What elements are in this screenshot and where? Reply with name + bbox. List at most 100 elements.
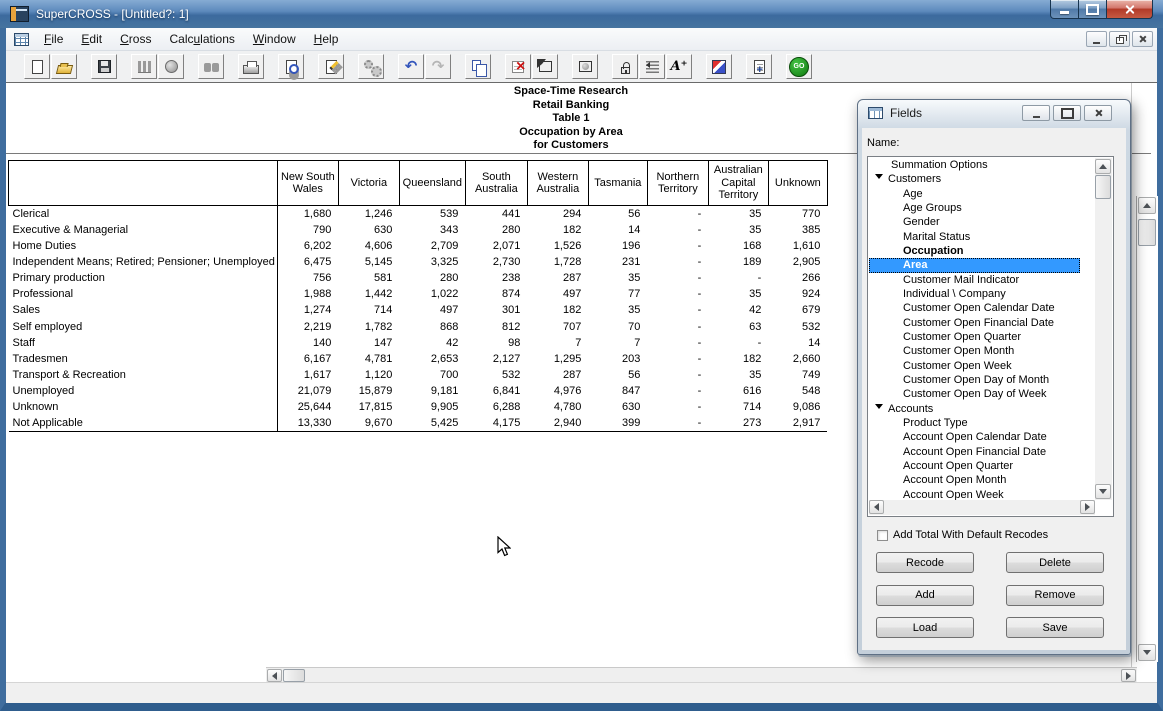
table-cell[interactable]: 868 — [399, 318, 465, 334]
field-item[interactable]: Account Open Quarter — [869, 459, 1095, 473]
menu-help[interactable]: Help — [305, 29, 348, 49]
table-cell[interactable]: 35 — [588, 270, 647, 286]
options-button[interactable] — [358, 54, 384, 79]
table-cell[interactable]: 35 — [588, 302, 647, 318]
table-cell[interactable]: 6,475 — [277, 254, 338, 270]
table-cell[interactable]: - — [647, 383, 708, 399]
vertical-scroll-thumb[interactable] — [1138, 219, 1156, 246]
field-item[interactable]: Account Open Week — [869, 488, 1095, 500]
table-cell[interactable]: 4,976 — [527, 383, 588, 399]
row-label[interactable]: Primary production — [9, 270, 278, 286]
scroll-right-button[interactable] — [1121, 669, 1136, 682]
row-label[interactable]: Not Applicable — [9, 415, 278, 431]
table-cell[interactable]: 14 — [588, 222, 647, 238]
table-cell[interactable]: 4,780 — [527, 399, 588, 415]
undo-button[interactable]: ↶ — [398, 54, 424, 79]
table-cell[interactable]: 9,905 — [399, 399, 465, 415]
field-item[interactable]: Product Type — [869, 416, 1095, 430]
maximize-button[interactable] — [1079, 0, 1106, 19]
table-cell[interactable]: 630 — [588, 399, 647, 415]
table-cell[interactable]: 847 — [588, 383, 647, 399]
clear-table-button[interactable]: × — [505, 54, 531, 79]
field-item[interactable]: Customers — [869, 172, 1095, 186]
field-item[interactable]: Customer Open Week — [869, 359, 1095, 373]
field-item[interactable]: Area — [869, 258, 1080, 272]
table-cell[interactable]: - — [708, 270, 768, 286]
table-cell[interactable]: 1,022 — [399, 286, 465, 302]
table-cell[interactable]: 4,175 — [465, 415, 527, 431]
table-cell[interactable]: - — [647, 270, 708, 286]
column-header[interactable]: South Australia — [465, 161, 527, 206]
table-cell[interactable]: 287 — [527, 270, 588, 286]
table-cell[interactable]: 874 — [465, 286, 527, 302]
table-cell[interactable]: 2,917 — [768, 415, 827, 431]
table-cell[interactable]: 13,330 — [277, 415, 338, 431]
table-cell[interactable]: 280 — [465, 222, 527, 238]
table-cell[interactable]: 42 — [399, 335, 465, 351]
find-button[interactable] — [198, 54, 224, 79]
dialog-close-button[interactable] — [1084, 105, 1112, 121]
edit-table-button[interactable] — [318, 54, 344, 79]
table-cell[interactable]: - — [708, 335, 768, 351]
table-cell[interactable]: 441 — [465, 206, 527, 222]
table-cell[interactable]: 707 — [527, 318, 588, 334]
table-cell[interactable]: 2,730 — [465, 254, 527, 270]
row-label[interactable]: Independent Means; Retired; Pensioner; U… — [9, 254, 278, 270]
fields-scroll-up-button[interactable] — [1095, 159, 1111, 174]
table-cell[interactable]: 182 — [527, 222, 588, 238]
table-cell[interactable]: 189 — [708, 254, 768, 270]
table-cell[interactable]: 630 — [338, 222, 399, 238]
new-table-button[interactable] — [24, 54, 50, 79]
table-cell[interactable]: - — [647, 399, 708, 415]
table-cell[interactable]: 182 — [527, 302, 588, 318]
column-header[interactable]: Victoria — [338, 161, 399, 206]
table-cell[interactable]: 182 — [708, 351, 768, 367]
fields-list-hscrollbar[interactable] — [869, 500, 1095, 515]
fields-scroll-down-button[interactable] — [1095, 484, 1111, 499]
table-cell[interactable]: - — [647, 415, 708, 431]
load-button[interactable]: Load — [876, 617, 974, 638]
table-cell[interactable]: 196 — [588, 238, 647, 254]
recode-button[interactable]: Recode — [876, 552, 974, 573]
field-item[interactable]: Gender — [869, 215, 1095, 229]
table-cell[interactable]: 70 — [588, 318, 647, 334]
field-item[interactable]: Age — [869, 187, 1095, 201]
table-cell[interactable]: 35 — [708, 222, 768, 238]
table-cell[interactable]: 5,425 — [399, 415, 465, 431]
mdi-restore-button[interactable] — [1109, 31, 1130, 47]
table-cell[interactable]: 98 — [465, 335, 527, 351]
table-cell[interactable]: 1,782 — [338, 318, 399, 334]
table-cell[interactable]: 539 — [399, 206, 465, 222]
field-item[interactable]: Customer Open Month — [869, 344, 1095, 358]
document-menu-icon[interactable] — [14, 33, 29, 46]
table-cell[interactable]: 7 — [588, 335, 647, 351]
define-table-button[interactable] — [532, 54, 558, 79]
fields-dialog[interactable]: Fields Name: Summation OptionsCustomersA… — [857, 99, 1131, 655]
table-cell[interactable]: 343 — [399, 222, 465, 238]
table-cell[interactable]: - — [647, 286, 708, 302]
table-cell[interactable]: - — [647, 222, 708, 238]
print-button[interactable] — [238, 54, 264, 79]
field-item[interactable]: Summation Options — [869, 158, 1095, 172]
row-label[interactable]: Professional — [9, 286, 278, 302]
table-cell[interactable]: 756 — [277, 270, 338, 286]
field-item[interactable]: Customer Open Financial Date — [869, 316, 1095, 330]
menu-calculations[interactable]: Calculations — [160, 29, 243, 49]
table-cell[interactable]: 2,660 — [768, 351, 827, 367]
table-cell[interactable]: 1,246 — [338, 206, 399, 222]
go-button[interactable]: GO — [786, 54, 812, 79]
row-label[interactable]: Tradesmen — [9, 351, 278, 367]
table-cell[interactable]: 280 — [399, 270, 465, 286]
table-cell[interactable]: 231 — [588, 254, 647, 270]
table-cell[interactable]: 924 — [768, 286, 827, 302]
delete-button[interactable]: Delete — [1006, 552, 1104, 573]
fields-scroll-left-button[interactable] — [869, 500, 884, 514]
table-cell[interactable]: 273 — [708, 415, 768, 431]
table-cell[interactable]: 6,288 — [465, 399, 527, 415]
column-header[interactable]: Western Australia — [527, 161, 588, 206]
close-button[interactable] — [1106, 0, 1153, 19]
table-cell[interactable]: 1,442 — [338, 286, 399, 302]
table-cell[interactable]: 2,653 — [399, 351, 465, 367]
table-cell[interactable]: 1,617 — [277, 367, 338, 383]
menu-cross[interactable]: Cross — [111, 29, 160, 49]
